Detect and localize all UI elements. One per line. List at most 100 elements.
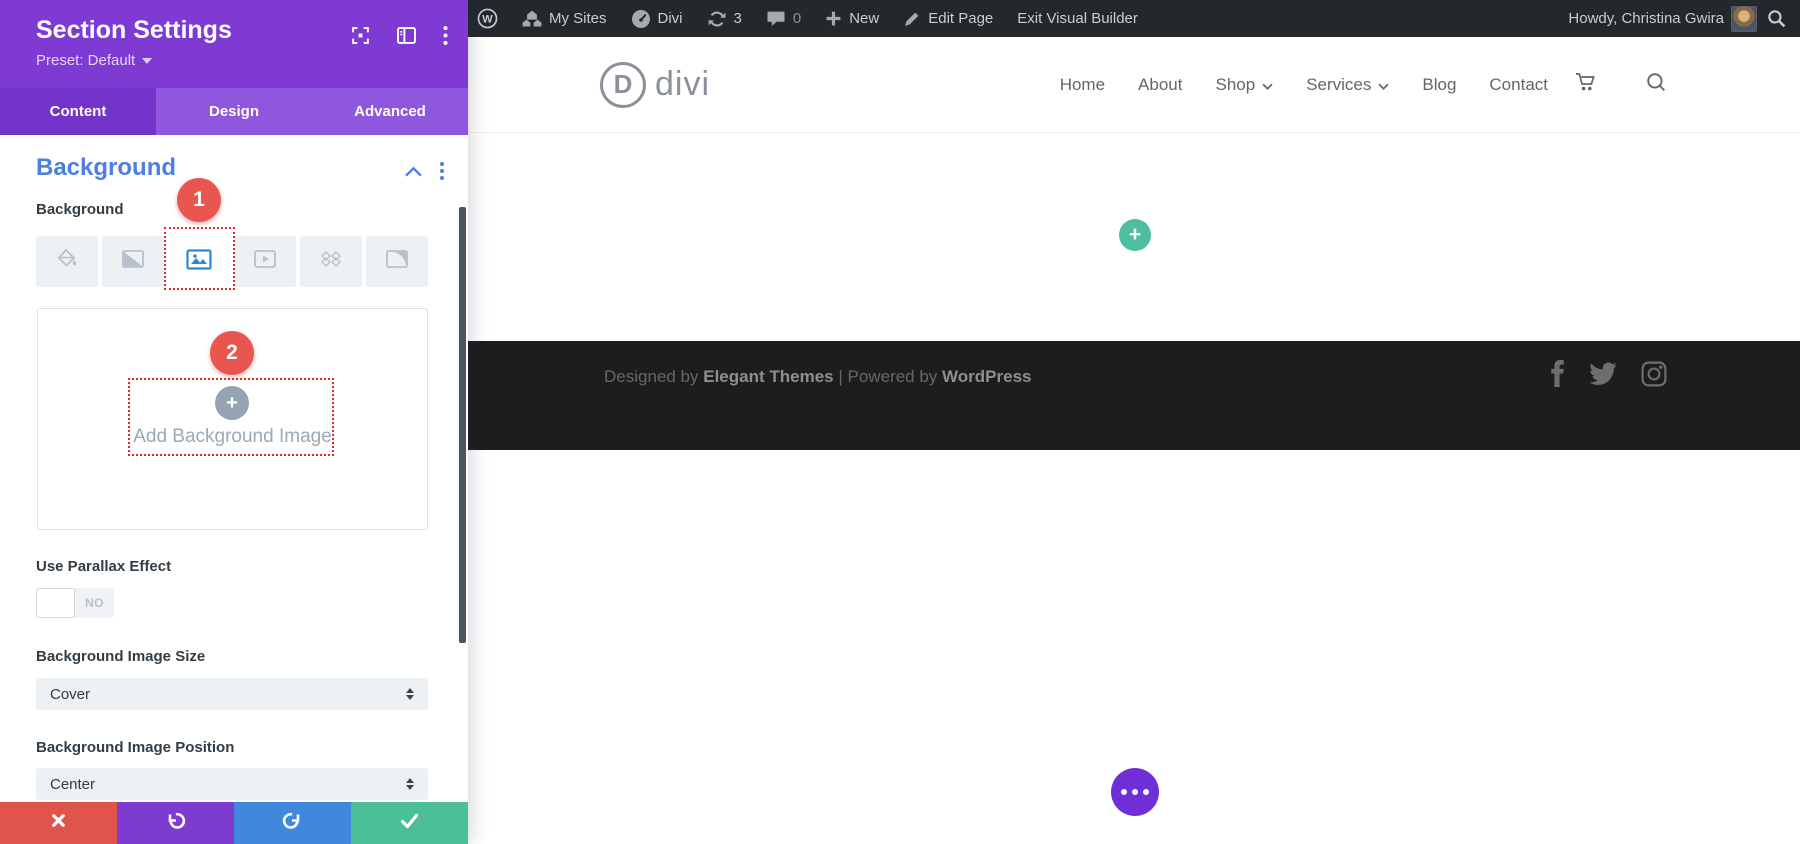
discard-button[interactable] <box>0 802 117 844</box>
comments-menu[interactable]: 0 <box>766 10 801 27</box>
video-icon <box>253 249 277 274</box>
exit-visual-builder[interactable]: Exit Visual Builder <box>1017 10 1138 27</box>
footer-elegant-themes-link[interactable]: Elegant Themes <box>703 367 833 386</box>
nav-shop[interactable]: Shop <box>1215 75 1273 95</box>
nav-blog-label: Blog <box>1422 74 1457 94</box>
add-background-image-label[interactable]: Add Background Image <box>38 426 427 448</box>
footer-wordpress-link[interactable]: WordPress <box>942 367 1031 386</box>
preset-selector[interactable]: Preset: Default <box>36 52 468 69</box>
user-avatar <box>1731 5 1757 32</box>
background-color-tab[interactable] <box>36 236 98 287</box>
new-label: New <box>849 10 880 27</box>
page-settings-more-button[interactable] <box>1111 768 1159 816</box>
background-video-tab[interactable] <box>234 236 296 287</box>
section-options-icon[interactable] <box>438 160 446 182</box>
add-row-button[interactable]: + <box>1119 219 1151 251</box>
chevron-down-icon <box>1262 75 1273 95</box>
select-stepper-icon <box>406 778 414 790</box>
image-position-field-label: Background Image Position <box>36 739 235 756</box>
divi-label: Divi <box>657 10 683 27</box>
instagram-icon[interactable] <box>1641 361 1667 392</box>
panel-header: Section Settings Preset: Default <box>0 0 468 88</box>
preset-label: Preset: Default <box>36 52 136 69</box>
annotation-step-2: 2 <box>210 331 254 375</box>
undo-button[interactable] <box>117 802 234 844</box>
image-icon <box>186 248 212 275</box>
chevron-up-icon[interactable] <box>405 164 422 182</box>
plus-icon <box>825 10 842 27</box>
page-canvas: + Designed by Elegant Themes | Powered b… <box>468 133 1800 844</box>
site-logo[interactable]: D divi <box>600 61 710 108</box>
annotation-step-1: 1 <box>177 178 221 222</box>
nav-shop-label: Shop <box>1215 74 1256 94</box>
nav-blog[interactable]: Blog <box>1422 75 1456 95</box>
edit-page-menu[interactable]: Edit Page <box>903 10 993 28</box>
nav-services[interactable]: Services <box>1306 75 1389 95</box>
howdy-menu[interactable]: Howdy, Christina Gwira <box>1568 5 1757 32</box>
background-pattern-tab[interactable] <box>300 236 362 287</box>
close-icon <box>50 812 67 834</box>
footer-credits: Designed by Elegant Themes | Powered by … <box>604 367 1031 387</box>
admin-search-button[interactable] <box>1767 9 1786 28</box>
edit-page-label: Edit Page <box>928 10 994 27</box>
divi-logo-circle: D <box>600 61 646 108</box>
background-gradient-tab[interactable] <box>102 236 164 287</box>
tab-content[interactable]: Content <box>0 88 156 135</box>
my-sites-icon <box>522 10 542 28</box>
pattern-icon <box>319 249 343 274</box>
background-type-tabs <box>36 227 428 290</box>
exit-builder-label: Exit Visual Builder <box>1017 10 1138 27</box>
my-sites-menu[interactable]: My Sites <box>522 10 607 28</box>
svg-text:W: W <box>482 14 493 26</box>
panel-body: Background Background 1 2 + Add Backgrou… <box>0 135 468 802</box>
image-size-field-label: Background Image Size <box>36 648 206 665</box>
howdy-label: Howdy, Christina Gwira <box>1568 10 1724 27</box>
comments-count: 0 <box>792 10 802 27</box>
nav-contact[interactable]: Contact <box>1489 75 1548 95</box>
expand-modal-icon[interactable] <box>351 26 370 45</box>
background-image-position-select[interactable]: Center <box>36 768 428 800</box>
twitter-icon[interactable] <box>1589 362 1617 391</box>
comment-bubble-icon <box>766 10 786 27</box>
section-settings-panel: Section Settings Preset: Default Content… <box>0 0 468 844</box>
divi-menu[interactable]: Divi <box>631 9 683 29</box>
updates-menu[interactable]: 3 <box>707 10 742 28</box>
check-icon <box>400 813 419 834</box>
admin-bar-left: W My Sites Divi 3 0 New Edit Page Exit V… <box>477 8 1138 29</box>
footer-designed-by: Designed by <box>604 367 699 386</box>
facebook-icon[interactable] <box>1550 360 1565 392</box>
snap-panel-icon[interactable] <box>397 27 416 44</box>
background-section-title[interactable]: Background <box>36 154 176 182</box>
panel-scrollbar[interactable] <box>459 207 466 643</box>
footer-separator: | <box>838 367 843 386</box>
wordpress-logo-menu[interactable]: W <box>477 8 498 29</box>
nav-home[interactable]: Home <box>1060 75 1105 95</box>
paint-bucket-icon <box>55 248 79 275</box>
parallax-toggle[interactable]: NO <box>36 588 114 618</box>
admin-bar-right: Howdy, Christina Gwira <box>1568 5 1800 32</box>
updates-icon <box>707 10 727 28</box>
nav-about[interactable]: About <box>1138 75 1182 95</box>
divi-gauge-icon <box>631 9 651 29</box>
background-image-tab[interactable] <box>164 227 235 290</box>
add-image-plus-button[interactable]: + <box>215 386 249 420</box>
gradient-icon <box>121 249 145 274</box>
background-image-size-select[interactable]: Cover <box>36 678 428 710</box>
new-content-menu[interactable]: New <box>825 10 879 27</box>
size-select-value: Cover <box>50 685 91 703</box>
search-icon <box>1767 9 1786 28</box>
save-button[interactable] <box>351 802 468 844</box>
toggle-knob <box>36 588 75 618</box>
site-header: D divi Home About Shop Services Blog Con… <box>468 37 1800 133</box>
nav-home-label: Home <box>1059 74 1106 94</box>
tab-advanced[interactable]: Advanced <box>312 88 468 135</box>
site-search-button[interactable] <box>1646 72 1666 97</box>
search-icon <box>1646 72 1666 97</box>
main-nav: Home About Shop Services Blog Contact <box>1060 72 1800 98</box>
tab-design[interactable]: Design <box>156 88 312 135</box>
more-options-icon[interactable] <box>443 26 448 45</box>
cart-button[interactable] <box>1575 72 1599 98</box>
redo-button[interactable] <box>234 802 351 844</box>
background-mask-tab[interactable] <box>366 236 428 287</box>
footer-social-icons <box>1550 360 1667 392</box>
